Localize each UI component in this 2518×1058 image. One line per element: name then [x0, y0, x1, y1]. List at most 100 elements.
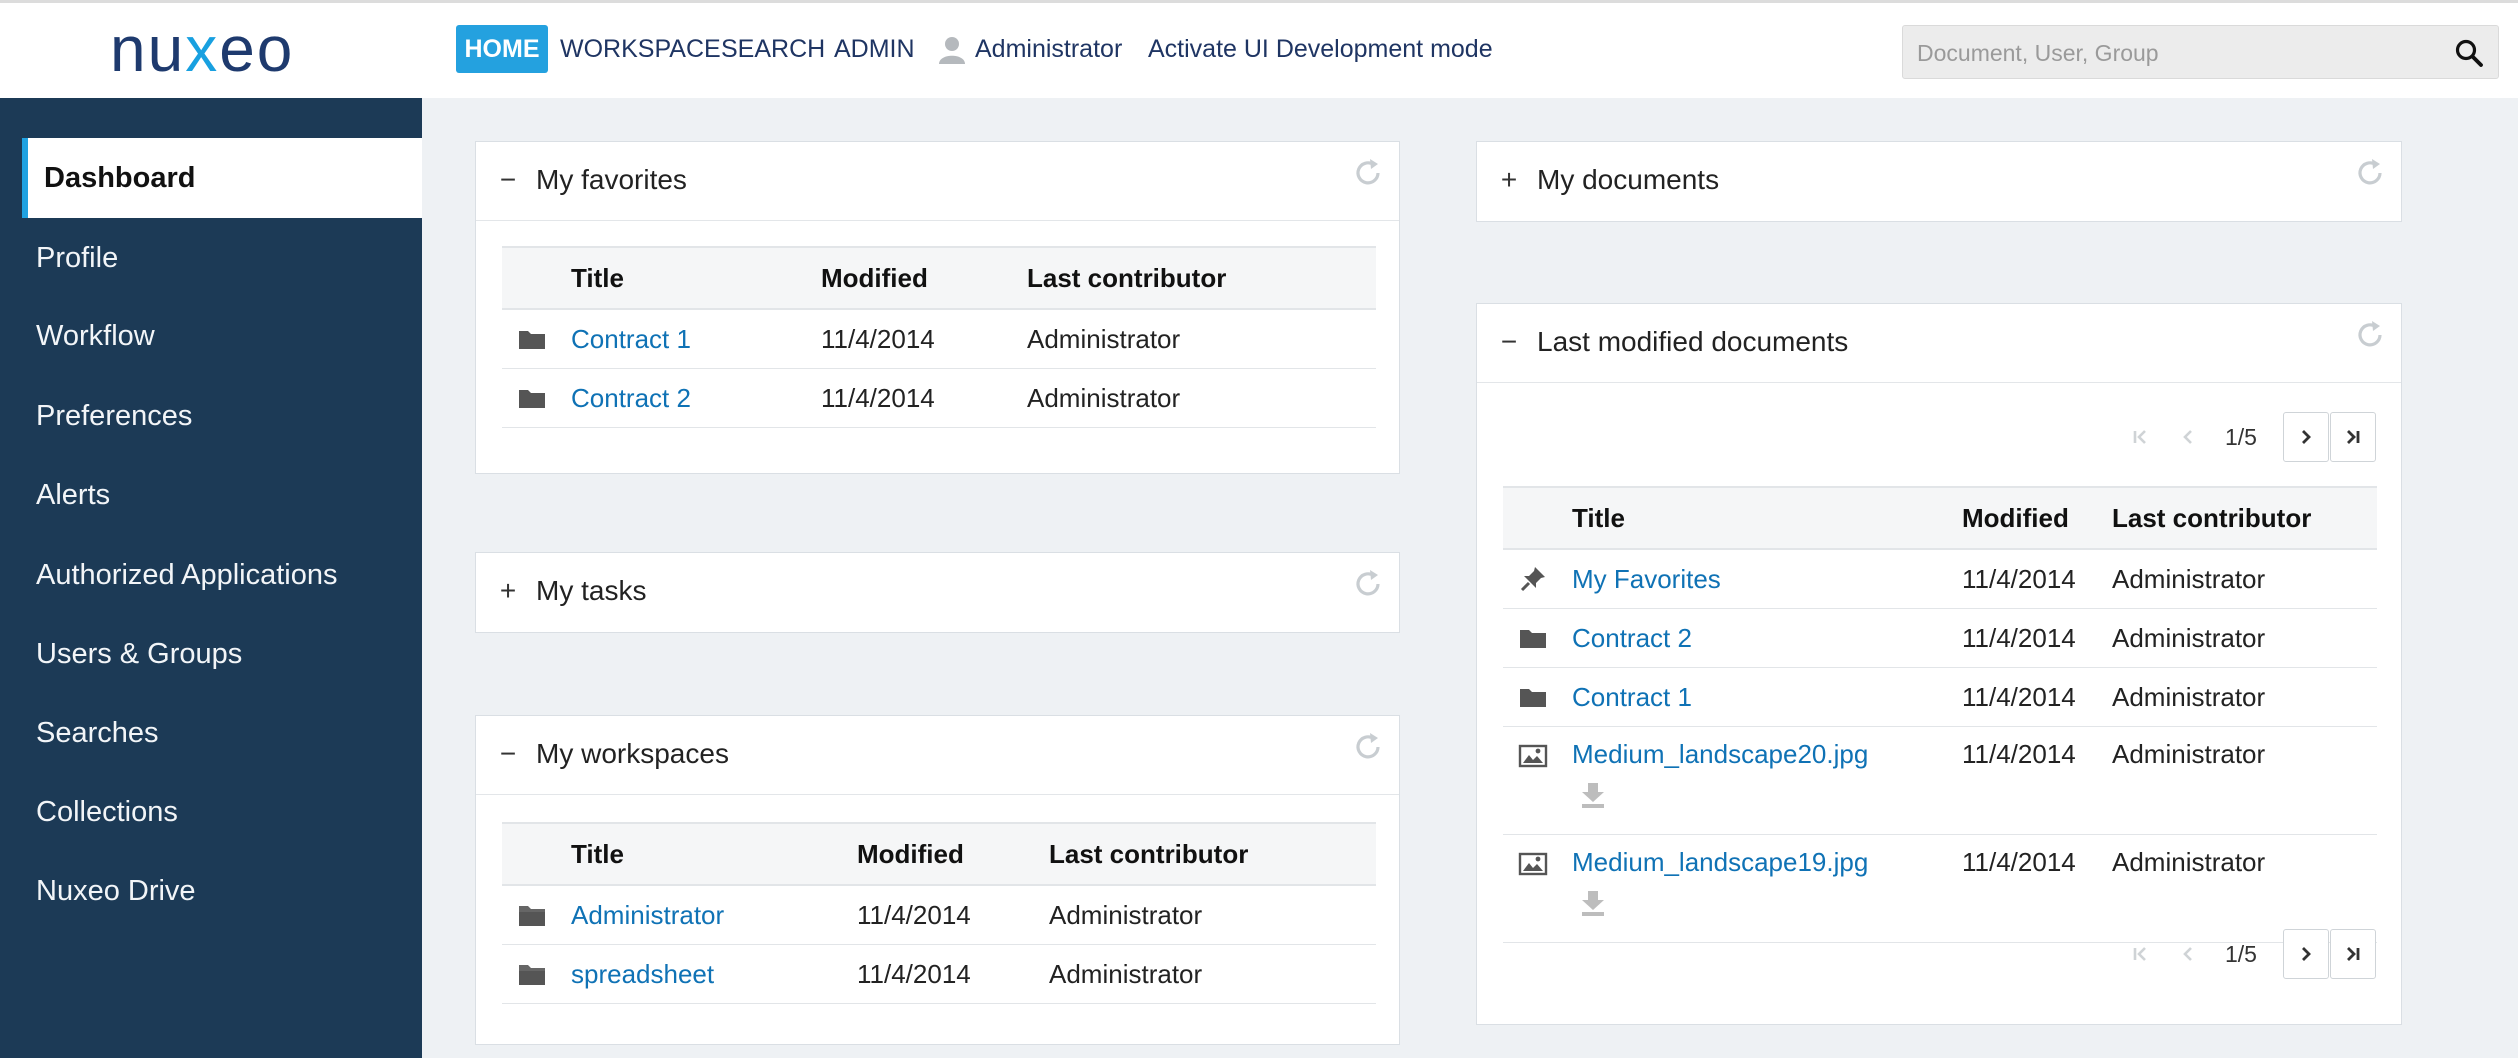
- nav-workspace[interactable]: WORKSPACE: [560, 25, 721, 73]
- chevron-left-icon: [2183, 947, 2192, 961]
- modified-date: 11/4/2014: [820, 309, 1026, 369]
- sidebar-item-searches[interactable]: Searches: [0, 693, 422, 773]
- table-row: Medium_landscape20.jpg 11/4/2014 Adminis…: [1503, 726, 2377, 835]
- next-page-button[interactable]: [2283, 929, 2329, 979]
- modified-date: 11/4/2014: [856, 944, 1048, 1004]
- pagination-top: 1/5: [2117, 412, 2377, 464]
- last-contributor: Administrator: [1026, 368, 1376, 428]
- panel-title: Last modified documents: [1537, 326, 1849, 357]
- nav-search[interactable]: SEARCH: [721, 25, 825, 73]
- refresh-icon[interactable]: [1351, 567, 1385, 601]
- sidebar-item-workflow[interactable]: Workflow: [0, 296, 422, 376]
- last-contributor: Administrator: [1048, 944, 1376, 1004]
- first-page-icon: [2133, 430, 2146, 444]
- last-page-button[interactable]: [2330, 412, 2376, 462]
- previous-page-button[interactable]: [2165, 929, 2211, 979]
- document-link[interactable]: Contract 1: [1572, 682, 1692, 712]
- modified-date: 11/4/2014: [1961, 549, 2111, 609]
- refresh-icon[interactable]: [2353, 318, 2387, 352]
- last-page-button[interactable]: [2330, 929, 2376, 979]
- folder-icon: [517, 324, 547, 354]
- chevron-right-icon: [2302, 430, 2311, 444]
- panel-title: My tasks: [536, 575, 647, 606]
- chevron-right-icon: [2302, 947, 2311, 961]
- workspace-link[interactable]: spreadsheet: [571, 959, 714, 989]
- modified-date: 11/4/2014: [856, 885, 1048, 945]
- modified-date: 11/4/2014: [1961, 834, 2111, 943]
- workspace-link[interactable]: Administrator: [571, 900, 724, 930]
- sidebar-item-profile[interactable]: Profile: [0, 218, 422, 298]
- modified-date: 11/4/2014: [1961, 608, 2111, 668]
- download-icon[interactable]: [1578, 780, 1608, 810]
- sidebar-item-users-groups[interactable]: Users & Groups: [0, 614, 422, 694]
- favorites-panel-header: − My favorites: [476, 142, 1399, 221]
- document-link[interactable]: Medium_landscape20.jpg: [1572, 739, 1868, 769]
- dev-mode-link[interactable]: Activate UI Development mode: [1148, 25, 1493, 73]
- table-header-row: Title Modified Last contributor: [1503, 486, 2377, 550]
- search-input[interactable]: [1903, 26, 2439, 80]
- refresh-icon[interactable]: [2353, 156, 2387, 190]
- top-bar: nuxeo HOME WORKSPACE SEARCH ADMIN Admini…: [0, 0, 2518, 98]
- search-icon[interactable]: [2454, 38, 2484, 68]
- document-link[interactable]: My Favorites: [1572, 564, 1721, 594]
- expand-toggle[interactable]: +: [1497, 162, 1521, 198]
- download-icon[interactable]: [1578, 888, 1608, 918]
- sidebar-item-nuxeo-drive[interactable]: Nuxeo Drive: [0, 851, 422, 931]
- nav-user-menu[interactable]: Administrator: [937, 25, 1122, 73]
- collapse-toggle[interactable]: −: [496, 162, 520, 198]
- sidebar-item-alerts[interactable]: Alerts: [0, 455, 422, 535]
- previous-page-button[interactable]: [2165, 412, 2211, 462]
- nuxeo-logo[interactable]: nuxeo: [110, 17, 294, 81]
- nav-home[interactable]: HOME: [456, 25, 548, 73]
- column-header-title[interactable]: Title: [570, 822, 856, 886]
- panel-title: My documents: [1537, 164, 1720, 195]
- first-page-button[interactable]: [2117, 412, 2163, 462]
- last-modified-panel-header: − Last modified documents: [1477, 304, 2401, 383]
- pin-icon: [1518, 564, 1548, 594]
- modified-date: 11/4/2014: [1961, 667, 2111, 727]
- sidebar-item-preferences[interactable]: Preferences: [0, 376, 422, 456]
- last-page-icon: [2347, 430, 2360, 444]
- collapse-toggle[interactable]: −: [496, 736, 520, 772]
- sidebar-item-collections[interactable]: Collections: [0, 772, 422, 852]
- nav-admin[interactable]: ADMIN: [834, 25, 915, 73]
- collapse-toggle[interactable]: −: [1497, 324, 1521, 360]
- column-header-title[interactable]: Title: [570, 246, 820, 310]
- refresh-icon[interactable]: [1351, 730, 1385, 764]
- document-link[interactable]: Contract 1: [571, 324, 691, 354]
- column-header-contributor[interactable]: Last contributor: [2111, 486, 2377, 550]
- column-header-contributor[interactable]: Last contributor: [1048, 822, 1376, 886]
- my-documents-panel: + My documents: [1476, 141, 2402, 222]
- next-page-button[interactable]: [2283, 412, 2329, 462]
- page-indicator: 1/5: [2225, 424, 2257, 450]
- sidebar: Dashboard Profile Workflow Preferences A…: [0, 98, 422, 1058]
- refresh-icon[interactable]: [1351, 156, 1385, 190]
- document-link[interactable]: Contract 2: [571, 383, 691, 413]
- last-contributor: Administrator: [1048, 885, 1376, 945]
- document-link[interactable]: Contract 2: [1572, 623, 1692, 653]
- column-header-contributor[interactable]: Last contributor: [1026, 246, 1376, 310]
- image-icon: [1518, 849, 1548, 879]
- last-contributor: Administrator: [2111, 834, 2377, 943]
- favorites-panel: − My favorites Title Modified Last contr…: [475, 141, 1400, 474]
- first-page-button[interactable]: [2117, 929, 2163, 979]
- column-header-modified[interactable]: Modified: [1961, 486, 2111, 550]
- column-header-modified[interactable]: Modified: [820, 246, 1026, 310]
- global-search: [1902, 25, 2499, 80]
- nav-user-label: Administrator: [975, 35, 1123, 63]
- page-indicator: 1/5: [2225, 941, 2257, 967]
- document-link[interactable]: Medium_landscape19.jpg: [1572, 847, 1868, 877]
- expand-toggle[interactable]: +: [496, 573, 520, 609]
- column-header-modified[interactable]: Modified: [856, 822, 1048, 886]
- table-header-row: Title Modified Last contributor: [502, 822, 1376, 886]
- table-row: Administrator 11/4/2014 Administrator: [502, 885, 1376, 945]
- first-page-icon: [2133, 947, 2146, 961]
- my-documents-panel-header: + My documents: [1477, 142, 2401, 220]
- last-contributor: Administrator: [2111, 549, 2377, 609]
- table-row: spreadsheet 11/4/2014 Administrator: [502, 944, 1376, 1004]
- sidebar-item-authorized-applications[interactable]: Authorized Applications: [0, 535, 422, 615]
- column-header-title[interactable]: Title: [1571, 486, 1961, 550]
- workspace-folder-icon: [517, 959, 547, 989]
- sidebar-item-dashboard[interactable]: Dashboard: [22, 138, 422, 218]
- table-row: My Favorites 11/4/2014 Administrator: [1503, 549, 2377, 609]
